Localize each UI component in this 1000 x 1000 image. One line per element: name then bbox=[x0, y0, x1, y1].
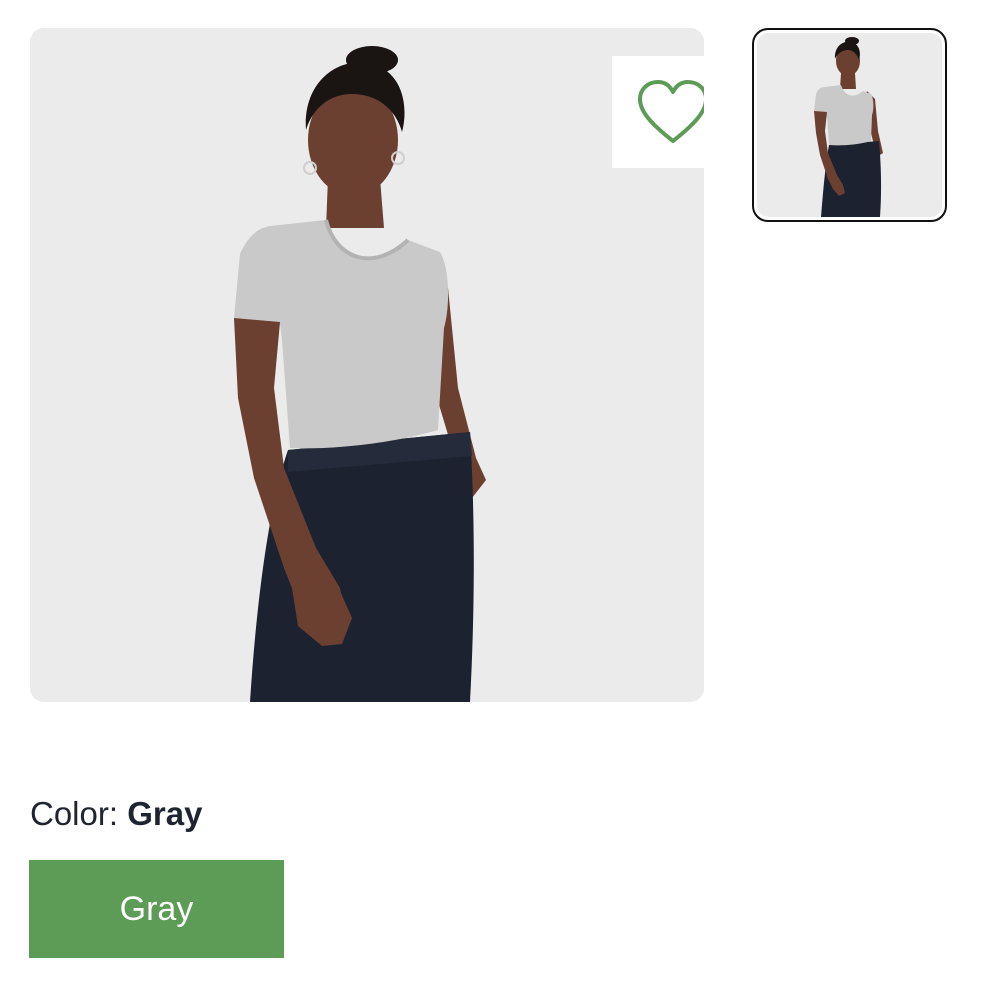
wishlist-button[interactable] bbox=[612, 56, 704, 168]
thumbnail-illustration bbox=[757, 33, 942, 217]
color-label: Color: Gray bbox=[30, 794, 202, 834]
selected-color-value: Gray bbox=[127, 795, 203, 832]
thumbnail-image-1[interactable] bbox=[752, 28, 947, 222]
color-label-text: Color: bbox=[30, 795, 119, 832]
model-illustration bbox=[30, 28, 704, 702]
main-product-image[interactable] bbox=[30, 28, 704, 702]
heart-outline-icon bbox=[638, 80, 704, 143]
color-option-gray[interactable]: Gray bbox=[29, 860, 284, 958]
